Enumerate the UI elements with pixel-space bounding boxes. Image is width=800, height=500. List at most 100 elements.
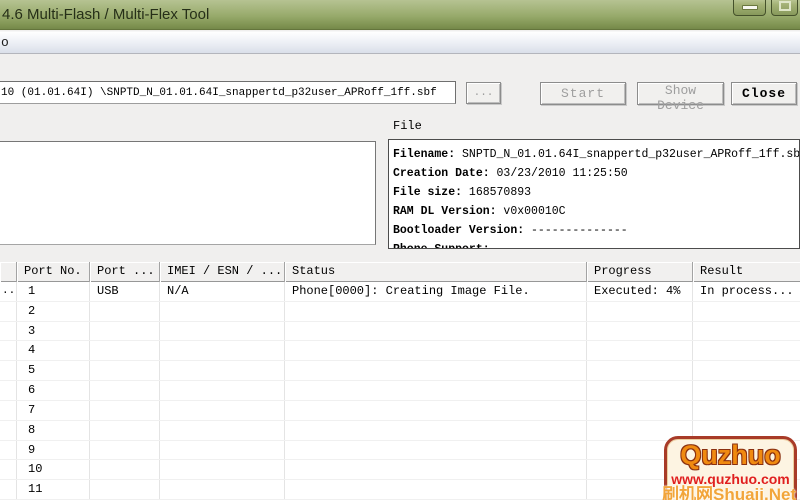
device-list-panel: [0, 141, 376, 245]
table-cell: [90, 301, 160, 321]
file-info-field-value: 03/23/2010 11:25:50: [489, 167, 628, 180]
file-info-field-label: File size:: [393, 186, 463, 199]
table-cell: In process...: [693, 282, 800, 301]
browse-button[interactable]: ...: [466, 82, 501, 104]
titlebar[interactable]: 4.6 Multi-Flash / Multi-Flex Tool: [0, 0, 800, 30]
column-header[interactable]: [0, 262, 17, 282]
table-cell: Executed: 4%: [587, 282, 693, 301]
table-cell: [90, 440, 160, 460]
watermark-overlay: 刷机网Shuaji.Net: [662, 485, 797, 500]
table-cell: [285, 460, 587, 480]
table-cell: [693, 361, 800, 380]
file-info-line: Creation Date: 03/23/2010 11:25:50: [393, 164, 799, 183]
app-window: 4.6 Multi-Flash / Multi-Flex Tool o ... …: [0, 0, 800, 500]
start-button[interactable]: Start: [540, 82, 626, 105]
table-cell: [285, 400, 587, 420]
menu-item-partial[interactable]: o: [1, 35, 9, 50]
column-header[interactable]: Result: [693, 262, 800, 282]
table-cell: [160, 321, 285, 341]
column-header[interactable]: IMEI / ESN / ...: [160, 262, 285, 282]
file-info-line: RAM DL Version: v0x00010C: [393, 202, 799, 221]
table-row[interactable]: .. 1 USB N/A Phone[0000]: Creating Image Fil…: [0, 282, 800, 302]
table-row[interactable]: 6: [0, 381, 800, 401]
table-cell: [90, 460, 160, 480]
table-cell: [90, 341, 160, 361]
table-row[interactable]: 7: [0, 400, 800, 421]
table-cell: [160, 381, 285, 400]
file-info-box: Filename: SNPTD_N_01.01.64I_snappertd_p3…: [388, 139, 800, 249]
table-cell: 9: [17, 440, 90, 460]
minimize-button[interactable]: [733, 0, 766, 16]
maximize-button[interactable]: [771, 0, 798, 16]
table-cell: [693, 302, 800, 321]
table-cell: [285, 381, 587, 400]
table-cell: [0, 440, 17, 460]
table-cell: 6: [17, 381, 90, 400]
table-cell: [0, 400, 17, 420]
table-cell: 8: [17, 420, 90, 440]
file-panel-label: File: [393, 119, 422, 133]
file-info-field-value: 168570893: [462, 186, 532, 199]
table-cell: [160, 361, 285, 381]
table-cell: [285, 301, 587, 321]
table-cell: [160, 480, 285, 499]
table-cell: 3: [17, 321, 90, 341]
table-cell: [285, 480, 587, 499]
file-info-field-value: --------------: [524, 224, 628, 237]
table-cell: [693, 322, 800, 341]
table-cell: [0, 420, 17, 440]
table-cell: [160, 341, 285, 361]
table-cell: 2: [17, 301, 90, 321]
file-path-input[interactable]: [0, 81, 456, 104]
table-cell: [587, 301, 693, 321]
minimize-icon: [742, 5, 758, 10]
table-cell: [587, 361, 693, 381]
table-cell: [160, 400, 285, 420]
table-cell: [0, 381, 17, 400]
file-info-field-value: v0x00010C: [496, 205, 566, 218]
table-cell: [587, 341, 693, 361]
table-cell: [285, 341, 587, 361]
file-info-field-label: Creation Date:: [393, 167, 490, 180]
table-cell: [0, 341, 17, 361]
file-info-field-label: Filename:: [393, 148, 456, 161]
show-device-button[interactable]: Show Device: [637, 82, 724, 113]
table-cell: [285, 361, 587, 381]
table-cell: [693, 341, 800, 360]
table-cell: [587, 400, 693, 420]
file-info-line: Filename: SNPTD_N_01.01.64I_snappertd_p3…: [393, 145, 799, 164]
menubar[interactable]: o: [0, 31, 800, 54]
table-cell: [160, 440, 285, 460]
table-row[interactable]: 4: [0, 341, 800, 362]
maximize-icon: [779, 1, 791, 11]
table-cell: [160, 420, 285, 440]
table-cell: 1: [17, 282, 90, 301]
file-info-field-label: Phone Support:: [393, 243, 490, 248]
file-info-field-label: RAM DL Version:: [393, 205, 497, 218]
column-header[interactable]: Port No.: [17, 262, 90, 282]
column-header[interactable]: Progress: [587, 262, 693, 282]
table-cell: [90, 321, 160, 341]
table-cell: [0, 480, 17, 499]
file-info-list: Filename: SNPTD_N_01.01.64I_snappertd_p3…: [393, 145, 799, 248]
close-button[interactable]: Close: [731, 82, 797, 105]
table-cell: [160, 460, 285, 480]
table-cell: N/A: [160, 282, 285, 301]
table-cell: [90, 361, 160, 381]
table-header: Port No. Port ... IMEI / ESN / ... Status Pr…: [0, 262, 800, 282]
table-cell: 10: [17, 460, 90, 480]
table-row[interactable]: 3: [0, 321, 800, 342]
table-row[interactable]: 2: [0, 301, 800, 322]
file-info-field-value: SNPTD_N_01.01.64I_snappertd_p32user_APRo…: [455, 148, 800, 161]
table-cell: [90, 420, 160, 440]
table-cell: [0, 361, 17, 381]
table-cell: [693, 401, 800, 420]
table-cell: [0, 301, 17, 321]
column-header[interactable]: Status: [285, 262, 587, 282]
table-row[interactable]: 5: [0, 361, 800, 382]
file-info-line: Phone Support: --------------: [393, 240, 799, 248]
table-cell: [90, 400, 160, 420]
table-cell: Phone[0000]: Creating Image File.: [285, 282, 587, 301]
column-header[interactable]: Port ...: [90, 262, 160, 282]
table-cell: [587, 321, 693, 341]
